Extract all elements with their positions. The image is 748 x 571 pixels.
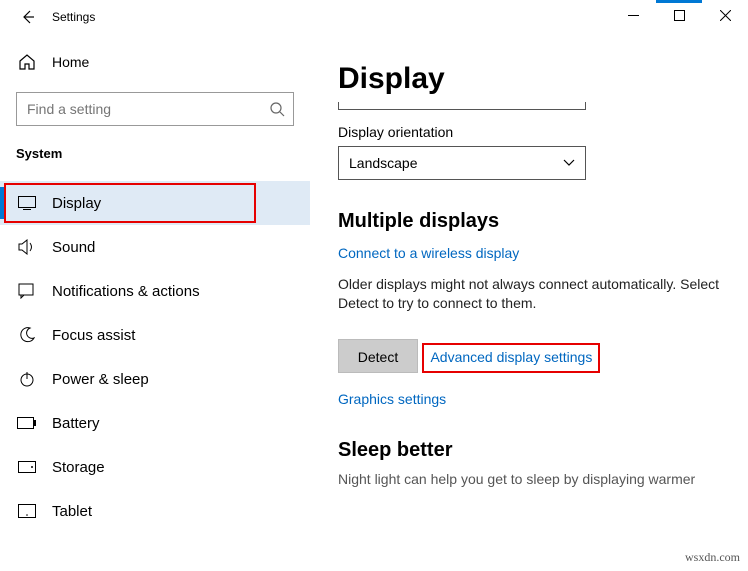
sleep-better-body: Night light can help you get to sleep by… — [338, 470, 728, 489]
sidebar-section-label: System — [16, 146, 294, 161]
minimize-button[interactable] — [610, 0, 656, 30]
sidebar-item-tablet[interactable]: Tablet — [0, 489, 310, 533]
search-field[interactable] — [25, 100, 269, 118]
multiple-displays-heading: Multiple displays — [338, 210, 728, 233]
search-icon — [269, 101, 285, 117]
watermark: wsxdn.com — [685, 550, 740, 565]
highlight-annotation — [4, 183, 256, 223]
page-title: Display — [338, 62, 728, 96]
sidebar-item-display[interactable]: Display — [0, 181, 310, 225]
sidebar-item-label: Display — [52, 195, 101, 212]
moon-icon — [16, 327, 38, 343]
sidebar: Home System Display Sound — [0, 34, 310, 571]
minimize-icon — [628, 10, 639, 21]
sidebar-item-label: Sound — [52, 239, 95, 256]
resolution-preview-bracket — [338, 102, 586, 110]
sidebar-item-label: Focus assist — [52, 327, 135, 344]
window-title: Settings — [52, 10, 95, 24]
chevron-down-icon — [563, 159, 575, 167]
battery-icon — [16, 417, 38, 429]
home-nav[interactable]: Home — [16, 40, 294, 84]
sleep-better-heading: Sleep better — [338, 439, 728, 462]
sidebar-item-label: Notifications & actions — [52, 283, 200, 300]
sidebar-item-notifications[interactable]: Notifications & actions — [0, 269, 310, 313]
power-icon — [16, 371, 38, 387]
main-content: Display Display orientation Landscape Mu… — [310, 34, 748, 571]
sidebar-item-label: Storage — [52, 459, 105, 476]
home-label: Home — [52, 54, 89, 70]
advanced-display-settings-link[interactable]: Advanced display settings — [430, 349, 592, 365]
search-input[interactable] — [16, 92, 294, 126]
sound-icon — [16, 239, 38, 255]
monitor-icon — [16, 196, 38, 210]
arrow-left-icon — [20, 9, 36, 25]
sidebar-item-label: Tablet — [52, 503, 92, 520]
orientation-value: Landscape — [349, 155, 418, 171]
sidebar-item-battery[interactable]: Battery — [0, 401, 310, 445]
sidebar-item-focus-assist[interactable]: Focus assist — [0, 313, 310, 357]
detect-button[interactable]: Detect — [338, 339, 418, 373]
nav-list: Display Sound Notifications & actions — [0, 181, 310, 533]
close-icon — [720, 10, 731, 21]
home-icon — [16, 53, 38, 71]
sidebar-item-label: Power & sleep — [52, 371, 149, 388]
wireless-display-link[interactable]: Connect to a wireless display — [338, 245, 519, 261]
back-button[interactable] — [14, 3, 42, 31]
maximize-button[interactable] — [656, 0, 702, 30]
sidebar-item-power-sleep[interactable]: Power & sleep — [0, 357, 310, 401]
detect-hint-text: Older displays might not always connect … — [338, 275, 728, 313]
sidebar-item-storage[interactable]: Storage — [0, 445, 310, 489]
close-button[interactable] — [702, 0, 748, 30]
highlight-annotation: Advanced display settings — [422, 343, 600, 373]
storage-icon — [16, 461, 38, 473]
orientation-label: Display orientation — [338, 124, 728, 140]
graphics-settings-link[interactable]: Graphics settings — [338, 391, 446, 407]
maximize-icon — [674, 10, 685, 21]
notifications-icon — [16, 283, 38, 299]
orientation-dropdown[interactable]: Landscape — [338, 146, 586, 180]
sidebar-item-sound[interactable]: Sound — [0, 225, 310, 269]
tablet-icon — [16, 504, 38, 518]
sidebar-item-label: Battery — [52, 415, 100, 432]
